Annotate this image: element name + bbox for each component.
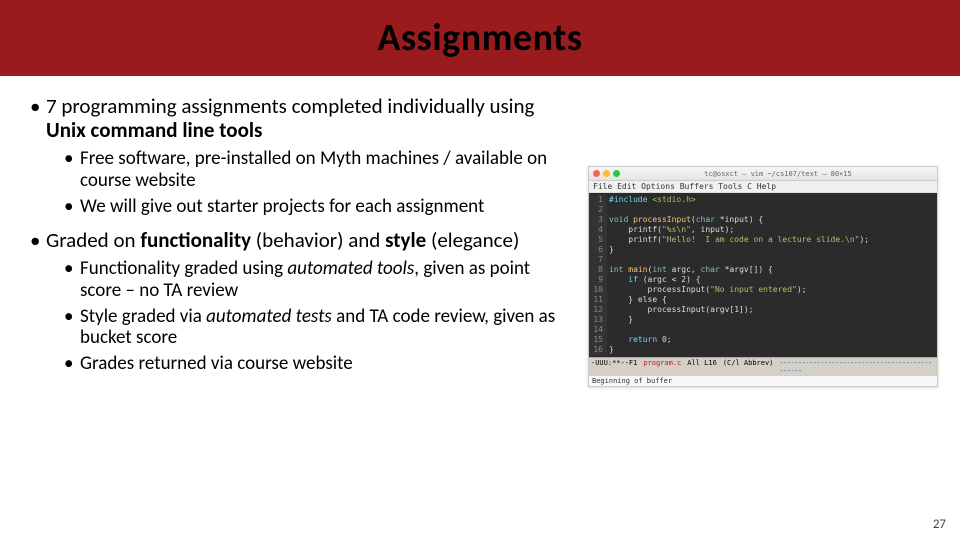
window-title: tc@osxct — vim ~/cs107/text — 80×15 — [623, 170, 933, 178]
text-column: • 7 programming assignments completed in… — [30, 94, 575, 375]
code-editor: 1#include <stdio.h> 2 3void processInput… — [589, 193, 937, 357]
close-icon — [593, 170, 600, 177]
minimize-icon — [603, 170, 610, 177]
sub-bullet-item: •Grades returned via course website — [64, 353, 575, 375]
bullet-dot: • — [30, 94, 46, 142]
sub-bullet-item: •We will give out starter projects for e… — [64, 196, 575, 218]
bullet-text: Graded on functionality (behavior) and s… — [46, 228, 519, 252]
zoom-icon — [613, 170, 620, 177]
slide-body: • 7 programming assignments completed in… — [0, 76, 960, 375]
bullet-dot: • — [30, 228, 46, 252]
sub-bullet-item: •Free software, pre-installed on Myth ma… — [64, 148, 575, 192]
bullet-item: • Graded on functionality (behavior) and… — [30, 228, 575, 375]
slide-title: Assignments — [378, 15, 583, 61]
page-number: 27 — [933, 517, 946, 532]
editor-statusbar: -UUU:**--F1 program.c All L16 (C/l Abbre… — [589, 357, 937, 376]
code-editor-figure: tc@osxct — vim ~/cs107/text — 80×15 File… — [588, 166, 938, 387]
window-titlebar: tc@osxct — vim ~/cs107/text — 80×15 — [589, 167, 937, 181]
bullet-item: • 7 programming assignments completed in… — [30, 94, 575, 218]
sub-bullet-item: •Functionality graded using automated to… — [64, 258, 575, 302]
sub-bullet-item: •Style graded via automated tests and TA… — [64, 306, 575, 350]
slide-header: Assignments — [0, 0, 960, 76]
editor-menubar: File Edit Options Buffers Tools C Help — [589, 181, 937, 193]
bullet-text: 7 programming assignments completed indi… — [46, 94, 575, 142]
editor-minibuffer: Beginning of buffer — [589, 376, 937, 386]
